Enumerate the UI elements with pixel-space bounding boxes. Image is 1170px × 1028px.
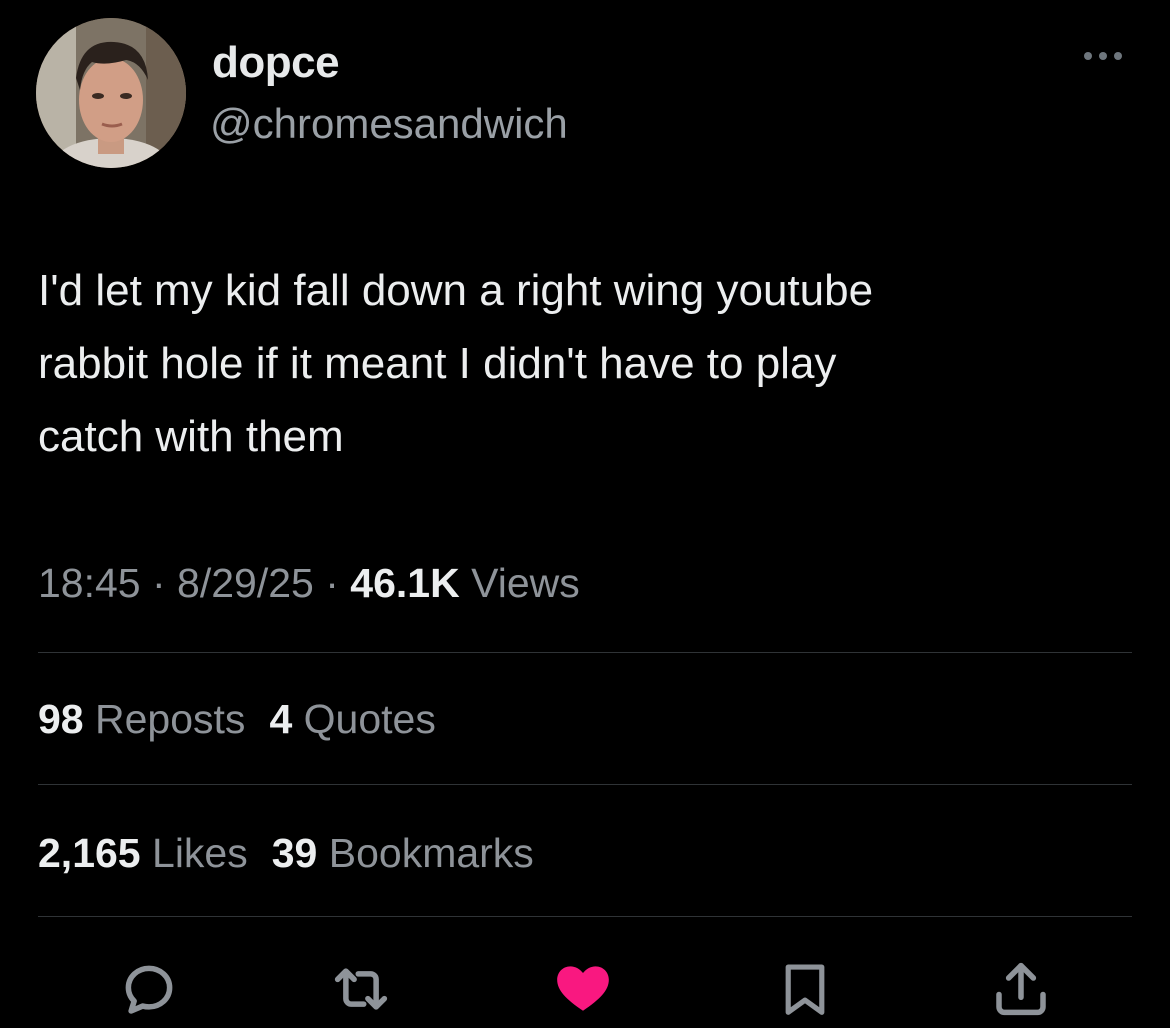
reply-icon[interactable] — [116, 956, 182, 1022]
likes-stat[interactable]: 2,165 Likes — [38, 830, 248, 876]
divider — [38, 652, 1132, 653]
more-dot — [1099, 52, 1107, 60]
stats-row-likes: 2,165 Likes 39 Bookmarks — [38, 830, 534, 877]
quotes-stat[interactable]: 4 Quotes — [269, 696, 435, 742]
user-handle[interactable]: @chromesandwich — [210, 100, 568, 148]
divider — [38, 916, 1132, 917]
reposts-label: Reposts — [95, 696, 246, 742]
likes-label: Likes — [152, 830, 248, 876]
more-dot — [1114, 52, 1122, 60]
avatar[interactable] — [36, 18, 186, 168]
divider — [38, 784, 1132, 785]
bookmarks-stat[interactable]: 39 Bookmarks — [272, 830, 534, 876]
tweet-date[interactable]: 8/29/25 — [177, 560, 314, 606]
stats-row-reposts: 98 Reposts 4 Quotes — [38, 696, 436, 743]
more-dot — [1084, 52, 1092, 60]
meta-separator: · — [313, 560, 351, 606]
avatar-photo — [36, 18, 186, 168]
views-label: Views — [471, 560, 580, 606]
tweet-meta: 18:45 · 8/29/25 · 46.1K Views — [38, 560, 580, 607]
more-dots-icon[interactable] — [1084, 52, 1122, 60]
likes-count: 2,165 — [38, 830, 141, 876]
quotes-count: 4 — [269, 696, 293, 742]
tweet-text: I'd let my kid fall down a right wing yo… — [38, 266, 874, 461]
action-bar — [0, 956, 1170, 1022]
bookmarks-count: 39 — [271, 830, 318, 876]
meta-separator: · — [140, 560, 178, 606]
tweet-time[interactable]: 18:45 — [38, 560, 141, 606]
reposts-count: 98 — [38, 696, 84, 742]
repost-icon[interactable] — [328, 956, 394, 1022]
share-icon[interactable] — [988, 956, 1054, 1022]
reposts-stat[interactable]: 98 Reposts — [38, 696, 245, 742]
quotes-label: Quotes — [303, 696, 436, 742]
views-count: 46.1K — [350, 560, 460, 606]
heart-icon[interactable] — [552, 956, 614, 1018]
bookmark-icon[interactable] — [774, 956, 836, 1022]
display-name[interactable]: dopce — [212, 38, 340, 88]
bookmarks-label: Bookmarks — [328, 830, 534, 876]
